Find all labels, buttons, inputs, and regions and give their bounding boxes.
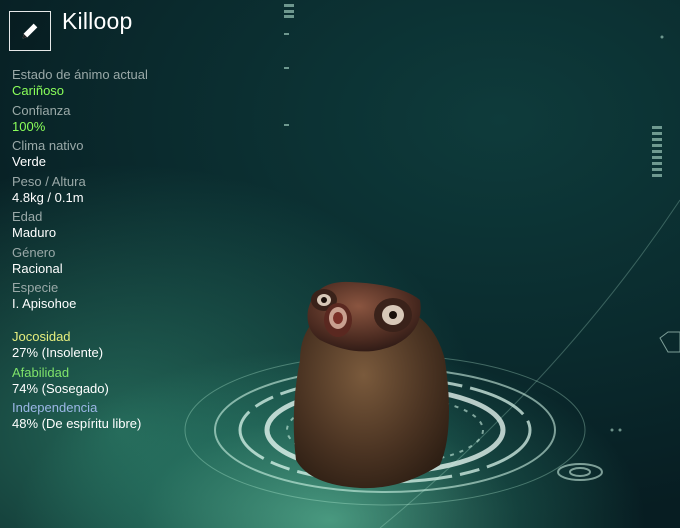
stat-label: Clima nativo (12, 138, 84, 153)
stat-climate: Clima nativo Verde (12, 138, 272, 174)
stat-trust: Confianza 100% (12, 103, 272, 139)
stat-value: I. Apisohoe (12, 296, 77, 311)
trait-playfulness: Jocosidad 27% (Insolente) (12, 329, 272, 365)
creature-name: Killoop (62, 8, 133, 34)
trait-friendliness: Afabilidad 74% (Sosegado) (12, 365, 272, 401)
trait-value: 27% (Insolente) (12, 345, 104, 360)
stat-value: Maduro (12, 225, 57, 240)
traits-list: Jocosidad 27% (Insolente) Afabilidad 74%… (12, 329, 272, 436)
stat-weight-height: Peso / Altura 4.8kg / 0.1m (12, 174, 272, 210)
trait-label: Independencia (12, 400, 98, 415)
stat-gender: Género Racional (12, 245, 272, 281)
trait-label: Jocosidad (12, 329, 71, 344)
stat-label: Estado de ánimo actual (12, 67, 148, 82)
stat-label: Género (12, 244, 56, 260)
trait-value: 74% (Sosegado) (12, 380, 109, 396)
stat-value: 4.8kg / 0.1m (12, 189, 84, 205)
stat-label: Edad (12, 209, 43, 224)
stat-value: 100% (12, 118, 46, 134)
stat-value: Cariñoso (12, 83, 65, 98)
edit-name-button[interactable] (9, 11, 51, 51)
stat-species: Especie I. Apisohoe (12, 280, 272, 316)
stat-mood: Estado de ánimo actual Cariñoso (12, 67, 272, 103)
trait-label: Afabilidad (12, 364, 70, 380)
pencil-icon (22, 23, 38, 39)
stat-label: Peso / Altura (12, 173, 86, 189)
stat-label: Confianza (12, 102, 71, 118)
stat-value: Racional (12, 260, 63, 276)
stat-value: Verde (12, 154, 46, 169)
stats-list: Estado de ánimo actual Cariñoso Confianz… (12, 67, 272, 316)
trait-independence: Independencia 48% (De espíritu libre) (12, 400, 272, 436)
trait-value: 48% (De espíritu libre) (12, 416, 142, 431)
stat-age: Edad Maduro (12, 209, 272, 245)
stat-label: Especie (12, 280, 59, 295)
